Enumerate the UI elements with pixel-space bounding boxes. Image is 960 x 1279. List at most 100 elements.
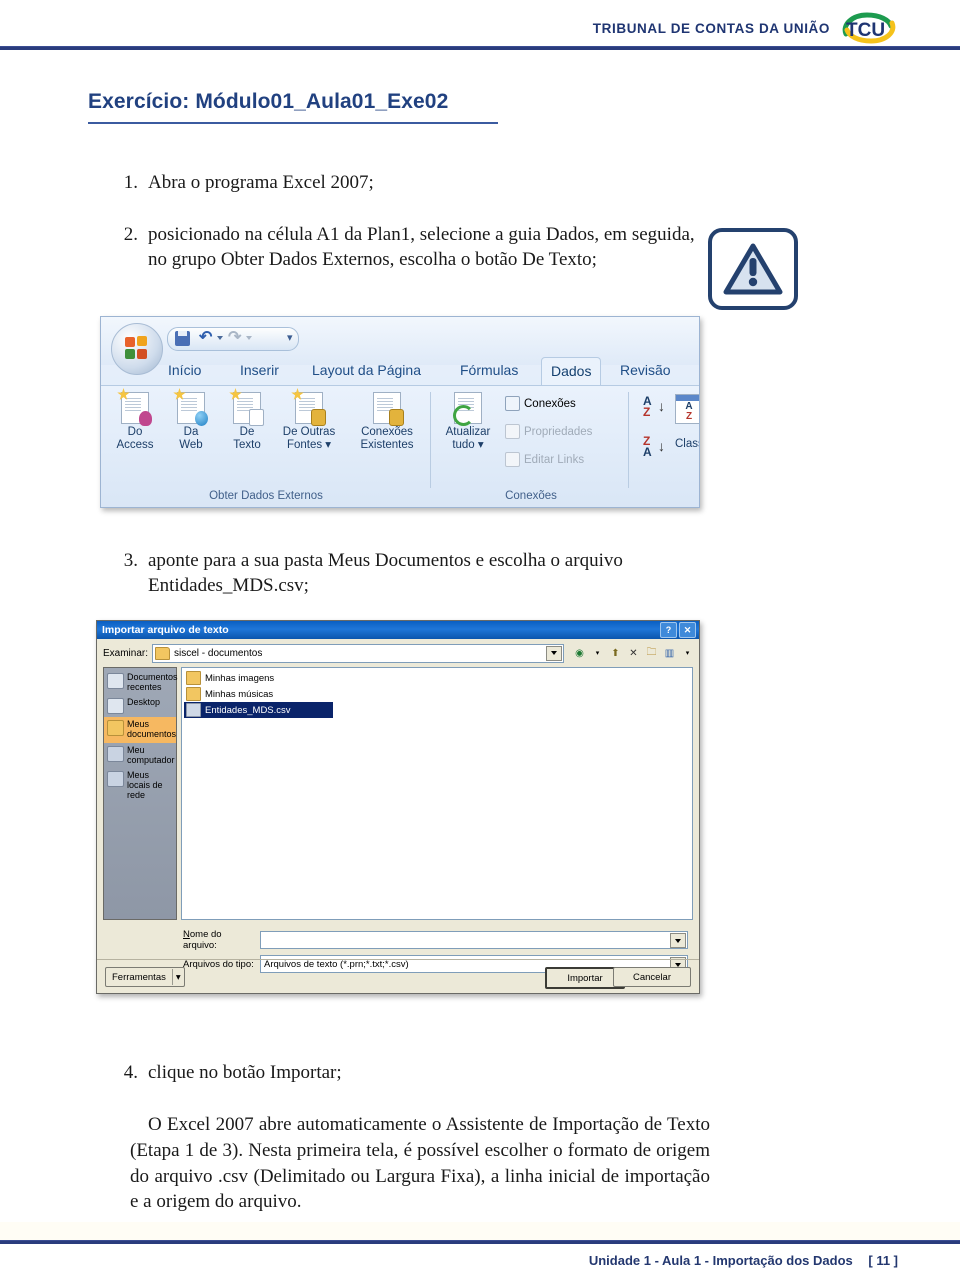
button-label: De xyxy=(239,426,255,438)
my-computer-icon xyxy=(107,745,124,762)
list-item-number: 1. xyxy=(123,172,138,193)
list-item-text: posicionado na célula A1 da Plan1, selec… xyxy=(148,224,695,271)
page-content: Exercício: Módulo01_Aula01_Exe02 1. Abra… xyxy=(0,50,960,1230)
button-conexoes-existentes[interactable]: Conexões Existentes xyxy=(351,392,423,452)
sort-descending-icon[interactable]: ZA xyxy=(643,435,652,459)
ribbon-group-conexoes: Atualizar tudo ▾ Conexões Propriedades E… xyxy=(433,386,629,507)
redo-dropdown-icon xyxy=(246,336,252,340)
undo-dropdown-icon[interactable] xyxy=(217,336,223,340)
button-do-access[interactable]: Do Access xyxy=(107,388,163,452)
new-folder-icon[interactable]: 🗀 xyxy=(644,646,659,660)
places-bar: Documentos recentes Desktop Meus documen… xyxy=(103,667,178,920)
sort-dialog-icon[interactable]: AZ xyxy=(675,394,699,424)
page-number: [ 11 ] xyxy=(868,1253,898,1268)
footer-tint xyxy=(0,1222,960,1240)
redo-icon: ↷ xyxy=(228,329,242,346)
button-label: Texto xyxy=(233,438,261,451)
chevron-down-icon[interactable] xyxy=(670,933,686,948)
ribbon-group-label: Conexões xyxy=(505,490,557,502)
list-item-text: clique no botão Importar; xyxy=(148,1062,342,1083)
button-label: Conexões xyxy=(524,397,576,410)
cancel-button[interactable]: Cancelar xyxy=(613,967,691,987)
page-header: TRIBUNAL DE CONTAS DA UNIÃO TCU xyxy=(0,0,960,46)
up-one-level-icon[interactable]: ⬆ xyxy=(608,646,623,660)
tcu-logo-icon: TCU xyxy=(840,12,898,44)
dialog-button-bar: Ferramentas ▾ Importar Cancelar xyxy=(97,959,699,993)
file-open-dialog-screenshot: Importar arquivo de texto ? ✕ Examinar: … xyxy=(96,620,700,994)
page-title: Exercício: Módulo01_Aula01_Exe02 xyxy=(88,90,449,113)
file-name-row: NNome do arquivo:ome do arquivo: xyxy=(183,929,688,951)
dialog-body: Documentos recentes Desktop Meus documen… xyxy=(103,667,693,920)
list-item-selected[interactable]: Entidades_MDS.csv xyxy=(184,702,333,718)
place-meus-locais-de-rede[interactable]: Meus locais de rede xyxy=(104,768,176,803)
sort-ascending-icon[interactable]: AZ xyxy=(643,395,652,419)
customize-qat-icon[interactable]: ▾ xyxy=(287,331,293,344)
list-item-number: 2. xyxy=(123,224,138,245)
list-item: 2. posicionado na célula A1 da Plan1, se… xyxy=(108,222,708,272)
place-label: Meus documentos xyxy=(127,719,177,740)
brand-lockup: TRIBUNAL DE CONTAS DA UNIÃO TCU xyxy=(593,12,898,44)
button-de-outras-fontes[interactable]: De Outras Fontes ▾ xyxy=(273,388,345,452)
folder-icon xyxy=(186,687,201,701)
sort-arrow-down-icon: ↓ xyxy=(658,398,665,414)
button-conexoes[interactable]: Conexões xyxy=(505,396,576,411)
tab-dados[interactable]: Dados xyxy=(541,357,602,385)
file-name-input[interactable] xyxy=(260,931,688,949)
dialog-toolbar: ◉ ▾ ⬆ ✕ 🗀 ▥ ▾ xyxy=(569,646,695,660)
look-in-combobox[interactable]: siscel - documentos xyxy=(152,643,564,663)
properties-icon xyxy=(505,424,520,439)
tab-inserir[interactable]: Inserir xyxy=(231,357,288,384)
tab-layout[interactable]: Layout da Página xyxy=(303,357,430,384)
button-editar-links: Editar Links xyxy=(505,452,584,467)
help-icon[interactable]: ? xyxy=(660,622,677,638)
tools-button[interactable]: Ferramentas ▾ xyxy=(105,967,185,987)
tab-revisao[interactable]: Revisão xyxy=(611,357,680,384)
ribbon-group-classificar: AZ ↓ ZA ↓ AZ Class xyxy=(631,386,699,507)
save-icon[interactable] xyxy=(175,331,190,346)
place-label: Documentos recentes xyxy=(127,672,178,692)
place-meu-computador[interactable]: Meu computador xyxy=(104,743,176,768)
list-item[interactable]: Minhas músicas xyxy=(184,686,333,702)
ribbon-group-obter-dados-externos: Do Access Da Web De Texto De Outras Font… xyxy=(101,386,431,507)
list-item-text: Abra o programa Excel 2007; xyxy=(148,172,374,193)
warning-triangle-icon xyxy=(723,243,783,295)
views-icon[interactable]: ▥ xyxy=(662,646,677,660)
ribbon-group-label: Obter Dados Externos xyxy=(209,490,323,502)
place-documentos-recentes[interactable]: Documentos recentes xyxy=(104,670,178,695)
body-paragraph: O Excel 2007 abre automaticamente o Assi… xyxy=(130,1114,710,1213)
page-title-underline xyxy=(88,122,498,124)
ribbon-body: Do Access Da Web De Texto De Outras Font… xyxy=(101,385,699,507)
back-dropdown-icon[interactable]: ▾ xyxy=(590,646,605,660)
tab-formulas[interactable]: Fórmulas xyxy=(451,357,527,384)
close-icon[interactable]: ✕ xyxy=(679,622,696,638)
button-da-web[interactable]: Da Web xyxy=(163,388,219,452)
list-item: 4. clique no botão Importar; xyxy=(108,1060,708,1085)
connections-icon xyxy=(505,396,520,411)
button-classificar[interactable]: Class xyxy=(675,438,699,450)
brand-title: TRIBUNAL DE CONTAS DA UNIÃO xyxy=(592,20,830,36)
button-de-texto[interactable]: De Texto xyxy=(219,388,275,452)
button-label: tudo ▾ xyxy=(452,438,484,451)
delete-icon[interactable]: ✕ xyxy=(626,646,641,660)
place-meus-documentos[interactable]: Meus documentos xyxy=(104,717,177,743)
back-icon[interactable]: ◉ xyxy=(572,646,587,660)
network-places-icon xyxy=(107,771,124,788)
chevron-down-icon[interactable]: ▾ xyxy=(171,969,184,985)
csv-file-icon xyxy=(186,703,201,717)
chevron-down-icon[interactable] xyxy=(546,645,562,661)
file-list[interactable]: Minhas imagens Minhas músicas Entidades_… xyxy=(181,667,693,920)
tab-inicio[interactable]: Início xyxy=(159,357,210,384)
button-label: Fontes ▾ xyxy=(286,438,332,451)
views-dropdown-icon[interactable]: ▾ xyxy=(680,646,695,660)
ribbon-tabs: Início Inserir Layout da Página Fórmulas… xyxy=(101,357,699,385)
button-atualizar-tudo[interactable]: Atualizar tudo ▾ xyxy=(437,392,499,452)
undo-icon[interactable]: ↶ xyxy=(199,330,212,346)
place-label: Meus locais de rede xyxy=(127,770,163,800)
recent-documents-icon xyxy=(107,673,124,689)
excel-ribbon-screenshot: ↶ ↷ ▾ Início Inserir Layout da Página Fó… xyxy=(100,316,700,508)
place-desktop[interactable]: Desktop xyxy=(104,695,176,717)
list-item[interactable]: Minhas imagens xyxy=(184,670,333,686)
button-label: De Outras xyxy=(282,426,336,438)
button-label: Da xyxy=(183,426,199,438)
file-name-label: NNome do arquivo:ome do arquivo: xyxy=(183,929,222,951)
